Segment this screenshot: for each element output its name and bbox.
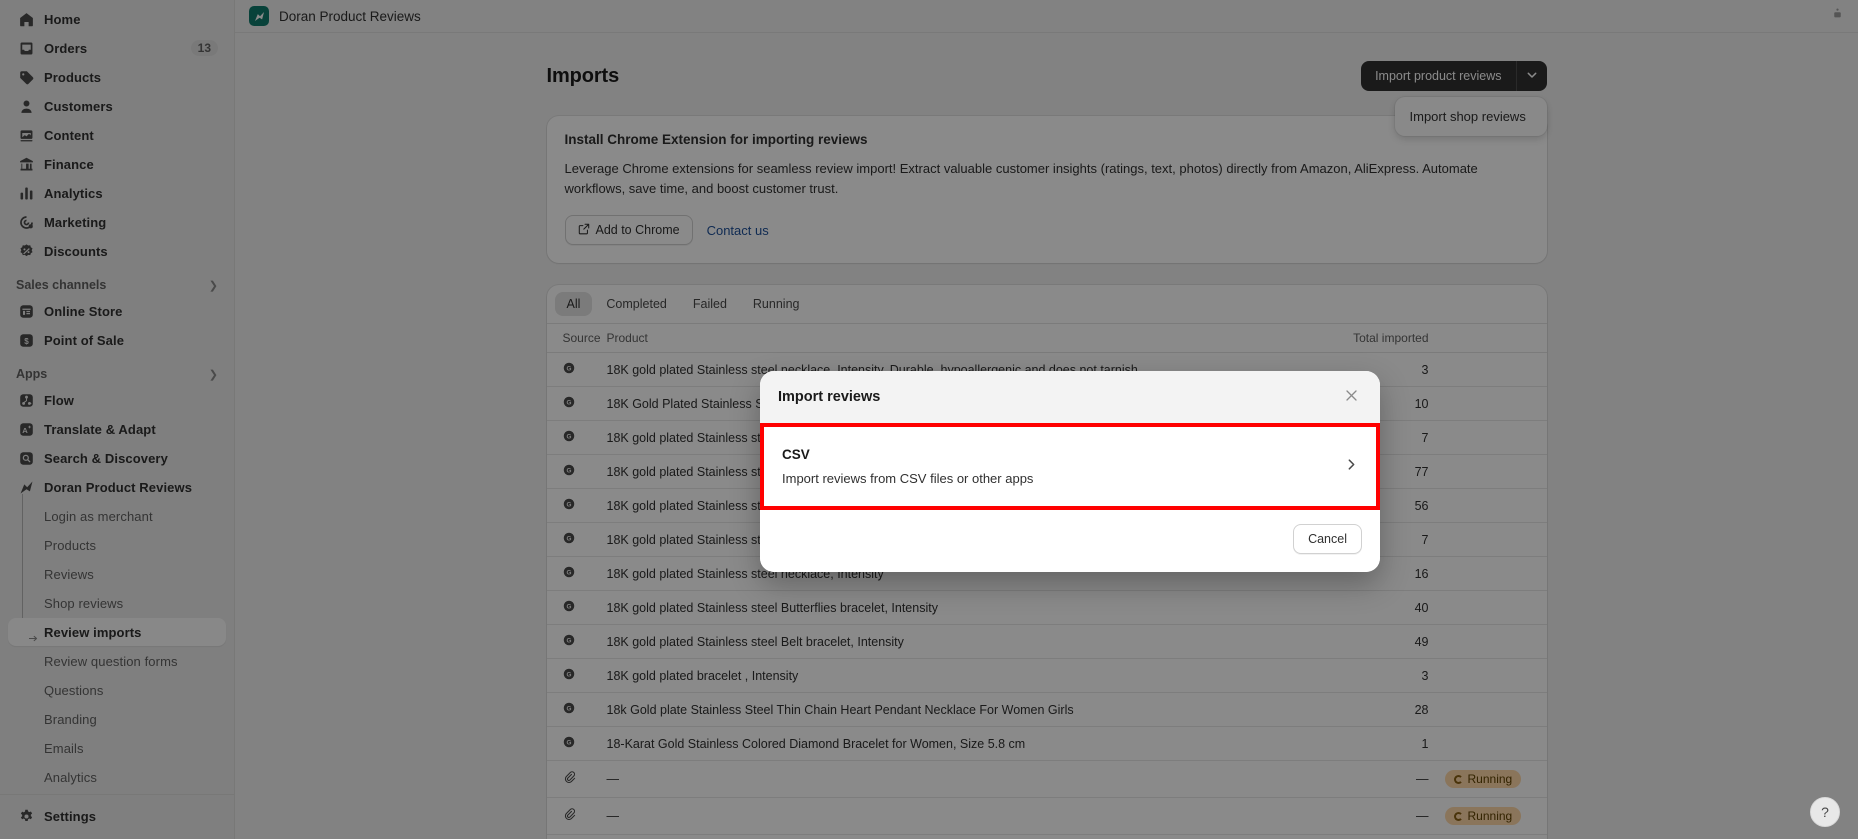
modal-close-button[interactable] xyxy=(1340,386,1362,408)
import-reviews-modal: Import reviews CSV Import reviews from C… xyxy=(760,371,1380,572)
csv-import-option[interactable]: CSV Import reviews from CSV files or oth… xyxy=(764,427,1376,506)
help-button[interactable]: ? xyxy=(1810,797,1840,827)
csv-option-description: Import reviews from CSV files or other a… xyxy=(782,471,1034,486)
modal-title: Import reviews xyxy=(778,389,881,405)
csv-option-title: CSV xyxy=(782,447,810,462)
help-question-icon: ? xyxy=(1821,804,1829,820)
modal-footer: Cancel xyxy=(760,510,1380,572)
close-icon xyxy=(1344,388,1359,406)
csv-option-highlight: CSV Import reviews from CSV files or oth… xyxy=(760,423,1380,510)
csv-option-text: CSV Import reviews from CSV files or oth… xyxy=(782,447,1033,486)
chevron-right-icon xyxy=(1345,458,1358,476)
cancel-button[interactable]: Cancel xyxy=(1293,524,1362,554)
modal-header: Import reviews xyxy=(760,371,1380,423)
